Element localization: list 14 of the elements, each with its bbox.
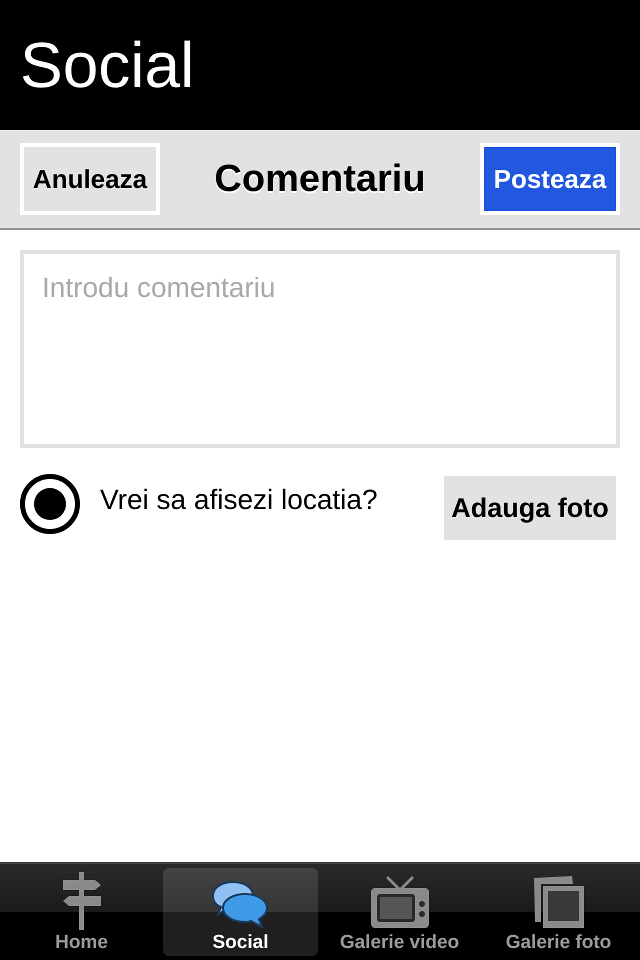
television-icon bbox=[370, 874, 428, 930]
tab[interactable]: Galerie foto bbox=[481, 868, 636, 956]
tab[interactable]: Social bbox=[163, 868, 318, 956]
post-button[interactable]: Posteaza bbox=[480, 143, 620, 215]
location-label: Vrei sa afisezi locatia? bbox=[100, 484, 379, 516]
cancel-button[interactable]: Anuleaza bbox=[20, 143, 160, 215]
chat-bubbles-icon bbox=[210, 880, 270, 930]
page-title: Social bbox=[20, 28, 194, 102]
tab[interactable]: Home bbox=[4, 868, 159, 956]
tab[interactable]: Galerie video bbox=[322, 868, 477, 956]
comment-field[interactable]: Introdu comentariu bbox=[20, 250, 620, 448]
add-photo-button[interactable]: Adauga foto bbox=[444, 476, 616, 540]
toolbar-title: Comentariu bbox=[214, 158, 426, 200]
photos-icon bbox=[532, 874, 586, 930]
